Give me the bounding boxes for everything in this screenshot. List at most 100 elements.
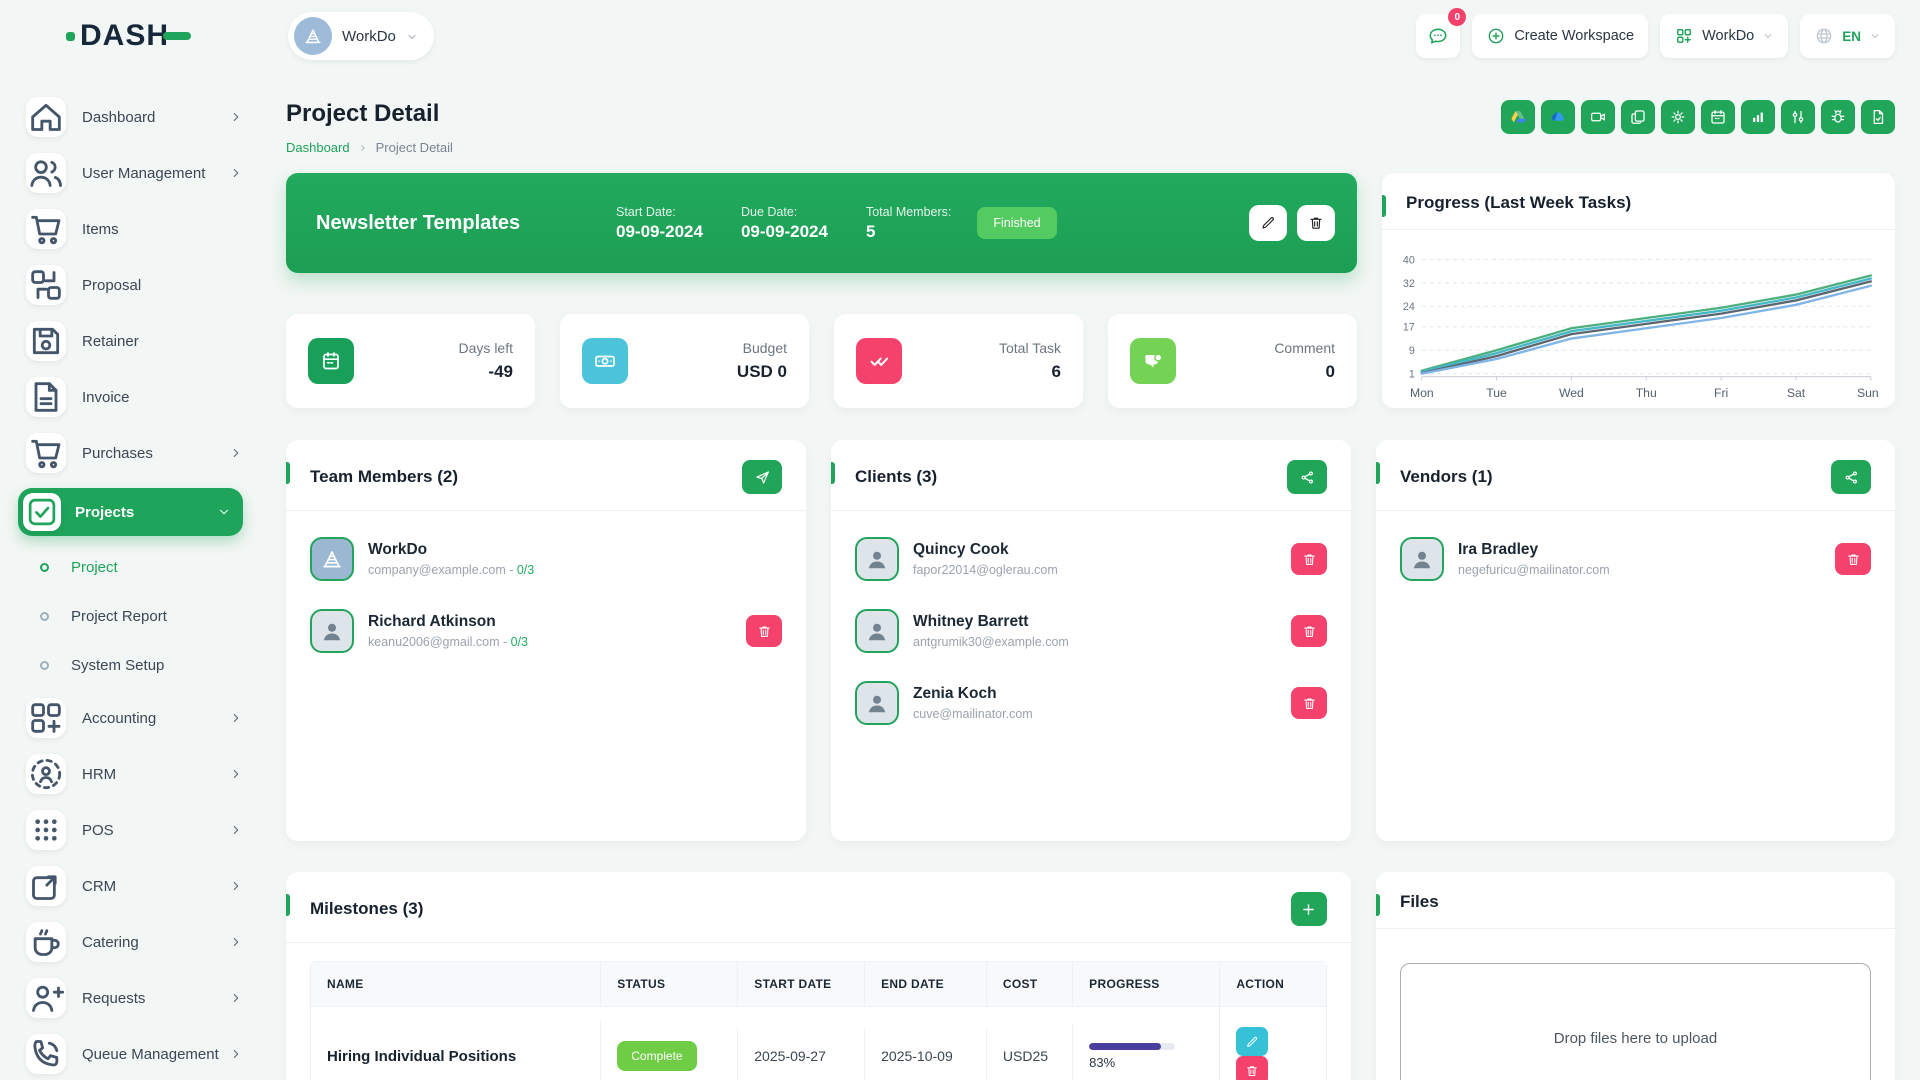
settings-icon[interactable] (1661, 100, 1695, 134)
create-workspace-label: Create Workspace (1514, 28, 1634, 44)
building-avatar-icon (319, 546, 345, 572)
member-name: WorkDo (368, 541, 534, 559)
remove-member-button[interactable] (1291, 687, 1327, 719)
sidebar-item[interactable]: Requests (26, 977, 243, 1019)
delete-milestone-button[interactable] (1236, 1056, 1268, 1080)
remove-member-button[interactable] (1291, 543, 1327, 575)
edit-milestone-button[interactable] (1236, 1027, 1268, 1056)
total-members-value: 5 (866, 222, 951, 242)
chevron-right-icon (229, 991, 243, 1005)
language-code: EN (1842, 29, 1861, 44)
sidebar-item[interactable]: POS (26, 809, 243, 851)
video-icon[interactable] (1581, 100, 1615, 134)
calendar-icon[interactable] (1701, 100, 1735, 134)
svg-text:Thu: Thu (1636, 386, 1657, 400)
bullet-icon (40, 563, 49, 572)
drive-icon (1509, 108, 1527, 126)
add-milestone-button[interactable] (1291, 892, 1327, 926)
sidebar-item[interactable]: Dashboard (26, 96, 243, 138)
copy-icon[interactable] (1621, 100, 1655, 134)
file-dropzone[interactable]: Drop files here to upload (1400, 963, 1871, 1080)
remove-member-button[interactable] (746, 615, 782, 647)
sidebar-item[interactable]: Queue Management (26, 1033, 243, 1075)
chevron-down-icon (406, 30, 418, 42)
share-icon (1843, 469, 1860, 486)
member-email: cuve@mailinator.com (913, 707, 1033, 721)
logo-text: DASH (80, 19, 169, 53)
share-clients-button[interactable] (1287, 460, 1327, 494)
sidebar-item[interactable]: HRM (26, 753, 243, 795)
sidebar-item[interactable]: Invoice (26, 376, 243, 418)
sidebar-item[interactable]: User Management (26, 152, 243, 194)
remove-member-button[interactable] (1835, 543, 1871, 575)
requests-icon (26, 978, 66, 1018)
stat-value: -49 (354, 362, 513, 382)
invoice-icon (26, 377, 66, 417)
chart-icon (1749, 108, 1767, 126)
brand-logo[interactable]: DASH (0, 19, 257, 53)
chart-icon[interactable] (1741, 100, 1775, 134)
column-header: PROGRESS (1072, 962, 1219, 1006)
sidebar-item-label: Purchases (82, 445, 153, 462)
language-selector[interactable]: EN (1800, 14, 1895, 58)
project-name: Newsletter Templates (316, 212, 616, 235)
member-email: negefuricu@mailinator.com (1458, 563, 1610, 577)
chevron-right-icon (229, 767, 243, 781)
sidebar-item[interactable]: Items (26, 208, 243, 250)
sidebar-item-label: Project Report (71, 608, 167, 625)
sidebar-item[interactable]: Accounting (26, 697, 243, 739)
bullet-icon (40, 612, 49, 621)
milestones-card: Milestones (3) NAME STATUS START DATE EN… (286, 872, 1351, 1080)
member-email: antgrumik30@example.com (913, 635, 1069, 649)
trash-icon (1302, 696, 1317, 711)
total-members-label: Total Members: (866, 205, 951, 219)
invite-member-button[interactable] (742, 460, 782, 494)
trash-icon (1302, 552, 1317, 567)
share-vendors-button[interactable] (1831, 460, 1871, 494)
sidebar-item[interactable]: CRM (26, 865, 243, 907)
bug-icon[interactable] (1821, 100, 1855, 134)
share-icon (1299, 469, 1316, 486)
sidebar-item[interactable]: System Setup (26, 648, 243, 682)
cart-icon (26, 209, 66, 249)
milestones-title: Milestones (3) (310, 899, 423, 919)
avatar (855, 537, 899, 581)
accounting-icon (26, 698, 66, 738)
svg-text:Fri: Fri (1714, 386, 1728, 400)
sidebar-item[interactable]: Retainer (26, 320, 243, 362)
chevron-down-icon (1869, 30, 1881, 42)
progress-chart: 1917243240MonTueWedThuFriSatSun (1382, 230, 1895, 407)
stat-label: Total Task (902, 340, 1061, 356)
start-date-value: 09-09-2024 (616, 222, 703, 242)
avatar (855, 609, 899, 653)
create-workspace-button[interactable]: Create Workspace (1472, 14, 1648, 58)
person-avatar-icon (1409, 546, 1435, 572)
file-icon[interactable] (1861, 100, 1895, 134)
breadcrumb-dashboard-link[interactable]: Dashboard (286, 140, 350, 155)
page-title: Project Detail (286, 100, 453, 128)
app-switcher-button[interactable]: WorkDo (1660, 14, 1788, 58)
sidebar-item[interactable]: Projects (18, 488, 243, 536)
sliders-icon[interactable] (1781, 100, 1815, 134)
remove-member-button[interactable] (1291, 615, 1327, 647)
svg-text:24: 24 (1403, 301, 1415, 313)
sidebar-item[interactable]: Project (26, 550, 243, 584)
drive-icon[interactable] (1501, 100, 1535, 134)
milestones-table: NAME STATUS START DATE END DATE COST PRO… (310, 961, 1327, 1080)
delete-project-button[interactable] (1297, 205, 1335, 241)
app-switcher-label: WorkDo (1702, 28, 1754, 44)
table-body: Hiring Individual Positions Complete 202… (311, 1007, 1326, 1080)
sidebar-item[interactable]: Catering (26, 921, 243, 963)
sidebar-item[interactable]: Project Report (26, 599, 243, 633)
messages-button[interactable]: 0 (1416, 14, 1460, 58)
sidebar-item[interactable]: Proposal (26, 264, 243, 306)
team-members-list: WorkDo company@example.com - 0/3 Richard… (286, 511, 806, 659)
sidebar-item[interactable]: Purchases (26, 432, 243, 474)
workspace-switcher[interactable]: WorkDo (288, 12, 434, 60)
onedrive-icon[interactable] (1541, 100, 1575, 134)
plus-icon (1300, 901, 1317, 918)
trash-icon (1245, 1064, 1259, 1078)
edit-project-button[interactable] (1249, 205, 1287, 241)
quick-actions-row (1501, 100, 1895, 134)
stat-value: USD 0 (628, 362, 787, 382)
